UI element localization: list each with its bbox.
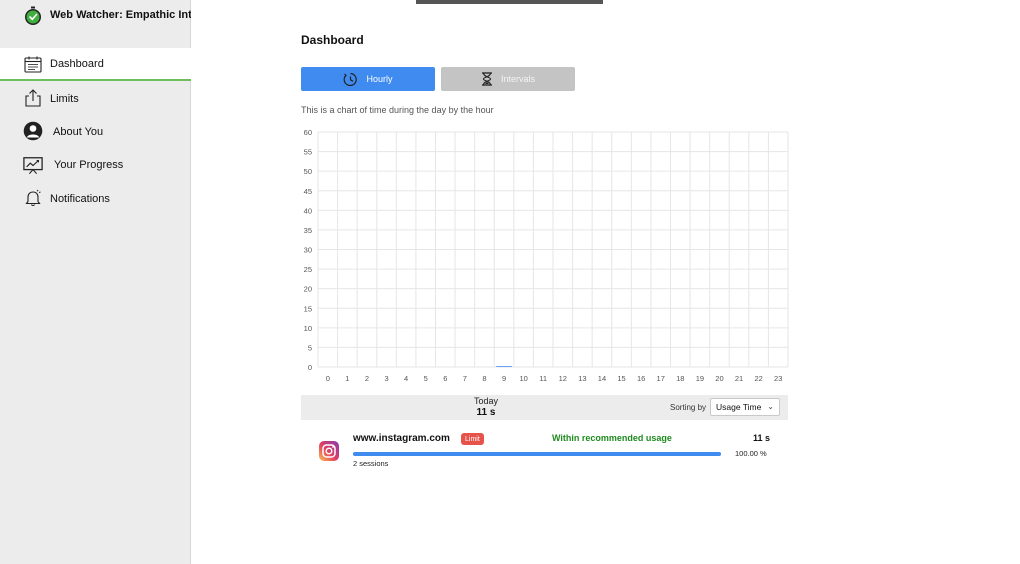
hourglass-icon bbox=[481, 72, 492, 86]
x-tick-label: 23 bbox=[774, 374, 782, 383]
usage-percent: 100.00 % bbox=[735, 449, 767, 458]
x-tick-label: 22 bbox=[754, 374, 762, 383]
x-tick-label: 12 bbox=[559, 374, 567, 383]
y-tick-label: 0 bbox=[308, 363, 312, 372]
y-tick-label: 30 bbox=[304, 246, 312, 255]
stopwatch-logo-icon bbox=[25, 6, 41, 25]
y-tick-label: 15 bbox=[304, 304, 312, 313]
x-tick-label: 11 bbox=[539, 374, 547, 383]
clock-icon bbox=[344, 72, 358, 86]
sort-label: Sorting by bbox=[670, 403, 707, 412]
x-tick-label: 2 bbox=[365, 374, 369, 383]
chart-bar bbox=[496, 366, 512, 367]
y-tick-label: 35 bbox=[304, 226, 312, 235]
y-tick-label: 45 bbox=[304, 187, 312, 196]
y-tick-label: 25 bbox=[304, 265, 312, 274]
session-count: 2 sessions bbox=[353, 459, 389, 468]
hourly-chart: 0 5 10 15 20 25 30 35 40 45 50 55 60 0 1 2 3 4 5 6 7 8 9 10 11 12… bbox=[296, 124, 796, 392]
chevron-down-icon: ⌄ bbox=[767, 402, 774, 411]
x-tick-label: 21 bbox=[735, 374, 743, 383]
x-tick-label: 19 bbox=[696, 374, 704, 383]
x-tick-label: 3 bbox=[384, 374, 388, 383]
y-tick-label: 5 bbox=[308, 343, 312, 352]
top-handle-bar bbox=[416, 0, 603, 4]
sort-select-value: Usage Time bbox=[716, 402, 762, 412]
y-tick-label: 40 bbox=[304, 206, 312, 215]
today-total: 11 s bbox=[476, 407, 496, 418]
y-tick-label: 55 bbox=[304, 148, 312, 157]
x-tick-label: 20 bbox=[715, 374, 723, 383]
sidebar-item-label: Your Progress bbox=[54, 158, 124, 171]
x-tick-label: 1 bbox=[345, 374, 349, 383]
limit-badge[interactable]: Limit bbox=[461, 433, 484, 445]
x-tick-label: 5 bbox=[424, 374, 428, 383]
sidebar-item-label: Notifications bbox=[50, 192, 110, 205]
usage-status: Within recommended usage bbox=[552, 433, 672, 443]
x-tick-label: 0 bbox=[326, 374, 330, 383]
tab-hourly[interactable]: Hourly bbox=[301, 67, 435, 91]
instagram-icon bbox=[319, 441, 339, 461]
sidebar-item-label: Limits bbox=[50, 92, 79, 105]
sort-select[interactable]: Usage Time ⌄ bbox=[710, 398, 780, 416]
x-tick-label: 13 bbox=[578, 374, 586, 383]
today-label: Today bbox=[473, 396, 499, 406]
x-tick-label: 7 bbox=[463, 374, 467, 383]
calendar-icon bbox=[23, 54, 43, 74]
y-tick-label: 60 bbox=[304, 128, 312, 137]
sidebar-item-label: About You bbox=[53, 125, 104, 138]
presentation-chart-icon bbox=[23, 155, 43, 175]
usage-progress-fill bbox=[353, 452, 721, 456]
page-title: Dashboard bbox=[301, 33, 364, 47]
y-tick-label: 20 bbox=[304, 285, 312, 294]
sidebar-item-dashboard[interactable]: Dashboard bbox=[0, 48, 191, 81]
x-tick-label: 18 bbox=[676, 374, 684, 383]
usage-time: 11 s bbox=[752, 433, 770, 443]
bell-icon bbox=[23, 188, 43, 208]
tab-label: Hourly bbox=[366, 74, 393, 84]
x-tick-label: 14 bbox=[598, 374, 606, 383]
usage-progress-bar bbox=[353, 452, 721, 456]
hourly-chart-svg: 0510152025303540455055600 1 2 3 4 5 6 7 8 9 10 11 12… bbox=[304, 128, 789, 383]
x-tick-label: 17 bbox=[657, 374, 665, 383]
sidebar-item-your-progress[interactable]: Your Progress bbox=[0, 148, 191, 181]
upload-icon bbox=[23, 88, 43, 108]
sidebar-item-about-you[interactable]: About You bbox=[0, 115, 191, 148]
site-row[interactable]: www.instagram.com Limit Within recommend… bbox=[301, 428, 788, 472]
y-tick-label: 10 bbox=[304, 324, 312, 333]
tab-intervals[interactable]: Intervals bbox=[441, 67, 575, 91]
sidebar-item-notifications[interactable]: Notifications bbox=[0, 182, 191, 215]
sidebar: Web Watcher: Empathic Interventions Dash… bbox=[0, 0, 191, 564]
sidebar-item-limits[interactable]: Limits bbox=[0, 82, 191, 115]
x-tick-label: 15 bbox=[617, 374, 625, 383]
chart-description: This is a chart of time during the day b… bbox=[301, 105, 494, 115]
app-title: Web Watcher: Empathic Interventions bbox=[50, 9, 191, 21]
x-tick-label: 10 bbox=[519, 374, 527, 383]
app-header: Web Watcher: Empathic Interventions bbox=[0, 0, 191, 34]
sidebar-item-label: Dashboard bbox=[50, 57, 104, 70]
x-tick-label: 16 bbox=[637, 374, 645, 383]
x-tick-label: 8 bbox=[482, 374, 486, 383]
x-tick-label: 6 bbox=[443, 374, 447, 383]
user-icon bbox=[23, 121, 43, 141]
tab-label: Intervals bbox=[500, 74, 535, 84]
x-tick-label: 4 bbox=[404, 374, 408, 383]
x-tick-label: 9 bbox=[502, 374, 506, 383]
summary-bar: Today 11 s Sorting by Usage Time ⌄ bbox=[301, 395, 788, 420]
site-name[interactable]: www.instagram.com bbox=[353, 433, 450, 444]
y-tick-label: 50 bbox=[304, 167, 312, 176]
